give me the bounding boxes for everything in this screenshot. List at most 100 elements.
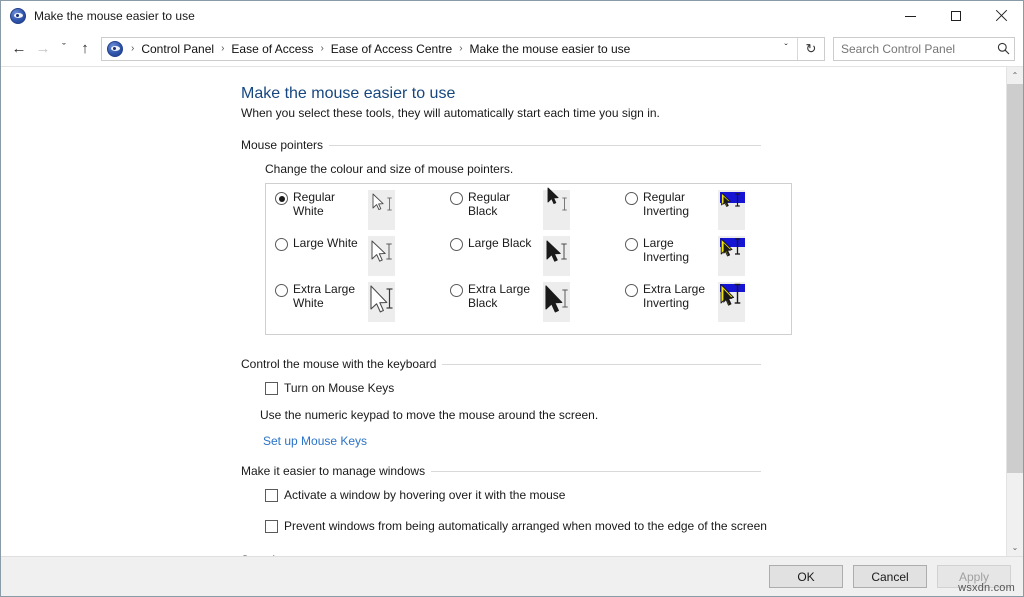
pointer-option-extra-large-inverting[interactable]: Extra Large Inverting xyxy=(616,282,791,328)
watermark: wsxdn.com xyxy=(958,582,1015,594)
checkbox-label: Turn on Mouse Keys xyxy=(284,381,395,395)
scroll-up-button[interactable]: ⌃ xyxy=(1007,67,1023,84)
vertical-scrollbar[interactable]: ⌃ ⌄ xyxy=(1006,67,1023,556)
pointer-preview-extra-large-black xyxy=(543,282,570,322)
scrollbar-track[interactable] xyxy=(1007,84,1023,539)
pointer-label: Extra Large Black xyxy=(468,282,531,310)
section-mouse-keys: Control the mouse with the keyboard Turn… xyxy=(241,357,1006,448)
pointer-label: Regular Inverting xyxy=(643,190,690,218)
close-button[interactable] xyxy=(978,1,1023,31)
section-mouse-pointers: Mouse pointers Change the colour and siz… xyxy=(241,138,1006,335)
checkbox-row-mouse-keys[interactable]: Turn on Mouse Keys xyxy=(265,381,1006,395)
recent-pages-button[interactable]: ˇ xyxy=(55,37,73,61)
radio-regular-white[interactable] xyxy=(275,192,288,205)
pointer-option-regular-white[interactable]: Regular White xyxy=(266,190,441,236)
caption-buttons xyxy=(888,1,1023,31)
back-button[interactable]: ← xyxy=(7,37,31,61)
breadcrumb-item-ease-of-access-centre[interactable]: Ease of Access Centre xyxy=(328,40,455,58)
scroll-down-button[interactable]: ⌄ xyxy=(1007,539,1023,556)
pointer-options-grid: Regular White Regular Black Regular Inve… xyxy=(265,183,792,335)
breadcrumb-separator: › xyxy=(320,43,324,54)
pointer-label: Large Inverting xyxy=(643,236,690,264)
radio-large-white[interactable] xyxy=(275,238,288,251)
checkbox-activate-window-on-hover[interactable] xyxy=(265,489,278,502)
section-manage-windows: Make it easier to manage windows Activat… xyxy=(241,464,1006,533)
pointer-label: Large White xyxy=(293,236,358,250)
address-dropdown-button[interactable]: ˇ xyxy=(775,38,797,60)
checkbox-prevent-auto-arrange[interactable] xyxy=(265,520,278,533)
pointer-label: Extra Large Inverting xyxy=(643,282,706,310)
section-heading-label: Control the mouse with the keyboard xyxy=(241,357,437,371)
pointer-row: Regular White Regular Black Regular Inve… xyxy=(266,187,791,236)
pointer-option-large-white[interactable]: Large White xyxy=(266,236,441,282)
pointer-option-large-inverting[interactable]: Large Inverting xyxy=(616,236,791,282)
breadcrumb-item-ease-of-access[interactable]: Ease of Access xyxy=(228,40,316,58)
pointer-option-large-black[interactable]: Large Black xyxy=(441,236,616,282)
maximize-icon xyxy=(950,11,961,21)
pointer-preview-large-black xyxy=(543,236,570,276)
radio-extra-large-inverting[interactable] xyxy=(625,284,638,297)
ease-of-access-icon xyxy=(10,8,26,24)
ok-button[interactable]: OK xyxy=(769,565,843,588)
pointer-label: Regular White xyxy=(293,190,336,218)
section-rule xyxy=(442,363,761,365)
pointer-label: Extra Large White xyxy=(293,282,356,310)
pointer-option-extra-large-white[interactable]: Extra Large White xyxy=(266,282,441,328)
pointer-preview-extra-large-inverting xyxy=(718,282,745,322)
pointer-label: Large Black xyxy=(468,236,532,250)
pointer-preview-extra-large-white xyxy=(368,282,395,322)
radio-large-inverting[interactable] xyxy=(625,238,638,251)
checkbox-label: Prevent windows from being automatically… xyxy=(284,519,767,533)
search-icon[interactable] xyxy=(992,42,1014,55)
navigation-toolbar: ← → ˇ ↑ › Control Panel › Ease of Access… xyxy=(1,31,1023,66)
radio-regular-inverting[interactable] xyxy=(625,192,638,205)
setup-mouse-keys-row: Set up Mouse Keys xyxy=(263,434,1006,448)
section-heading-manage-windows: Make it easier to manage windows xyxy=(241,464,761,478)
checkbox-turn-on-mouse-keys[interactable] xyxy=(265,382,278,395)
pointers-hint: Change the colour and size of mouse poin… xyxy=(265,162,514,176)
search-box[interactable] xyxy=(833,36,1015,61)
pointer-option-extra-large-black[interactable]: Extra Large Black xyxy=(441,282,616,328)
pointer-preview-large-inverting xyxy=(718,236,745,276)
checkbox-row-prevent-arrange[interactable]: Prevent windows from being automatically… xyxy=(265,519,1006,533)
breadcrumb-separator: › xyxy=(459,43,463,54)
page-title: Make the mouse easier to use xyxy=(241,85,456,102)
section-rule xyxy=(431,470,761,472)
refresh-button[interactable]: ↻ xyxy=(798,38,824,60)
cancel-button[interactable]: Cancel xyxy=(853,565,927,588)
pointer-option-regular-black[interactable]: Regular Black xyxy=(441,187,616,236)
radio-extra-large-white[interactable] xyxy=(275,284,288,297)
section-heading-label: Mouse pointers xyxy=(241,138,324,152)
radio-extra-large-black[interactable] xyxy=(450,284,463,297)
section-heading-mouse-keys: Control the mouse with the keyboard xyxy=(241,357,761,371)
address-bar[interactable]: › Control Panel › Ease of Access › Ease … xyxy=(101,36,825,61)
breadcrumb: › Control Panel › Ease of Access › Ease … xyxy=(127,40,775,58)
pointer-preview-regular-black xyxy=(543,187,570,230)
breadcrumb-item-control-panel[interactable]: Control Panel xyxy=(138,40,217,58)
page-subtitle: When you select these tools, they will a… xyxy=(241,106,660,120)
link-set-up-mouse-keys[interactable]: Set up Mouse Keys xyxy=(263,434,367,448)
pointer-preview-large-white xyxy=(368,236,395,276)
radio-regular-black[interactable] xyxy=(450,192,463,205)
up-button[interactable]: ↑ xyxy=(73,37,97,61)
section-rule xyxy=(329,144,761,146)
window-title: Make the mouse easier to use xyxy=(34,9,195,23)
control-panel-window: Make the mouse easier to use ← → ˇ ↑ › C… xyxy=(0,0,1024,597)
minimize-icon xyxy=(905,15,916,17)
section-heading-mouse-pointers: Mouse pointers xyxy=(241,138,761,152)
maximize-button[interactable] xyxy=(933,1,978,31)
scrollbar-thumb[interactable] xyxy=(1007,84,1023,474)
pointer-option-regular-inverting[interactable]: Regular Inverting xyxy=(616,190,791,236)
breadcrumb-item-current[interactable]: Make the mouse easier to use xyxy=(467,40,634,58)
section-heading-label: Make it easier to manage windows xyxy=(241,464,426,478)
minimize-button[interactable] xyxy=(888,1,933,31)
pointer-label: Regular Black xyxy=(468,190,511,218)
pointer-preview-regular-white xyxy=(368,190,395,230)
forward-button[interactable]: → xyxy=(31,37,55,61)
radio-large-black[interactable] xyxy=(450,238,463,251)
checkbox-label: Activate a window by hovering over it wi… xyxy=(284,488,566,502)
search-input[interactable] xyxy=(834,41,992,56)
pointer-row: Large White Large Black Large Inverting xyxy=(266,236,791,282)
title-bar: Make the mouse easier to use xyxy=(1,1,1023,31)
checkbox-row-activate-window[interactable]: Activate a window by hovering over it wi… xyxy=(265,488,1006,502)
